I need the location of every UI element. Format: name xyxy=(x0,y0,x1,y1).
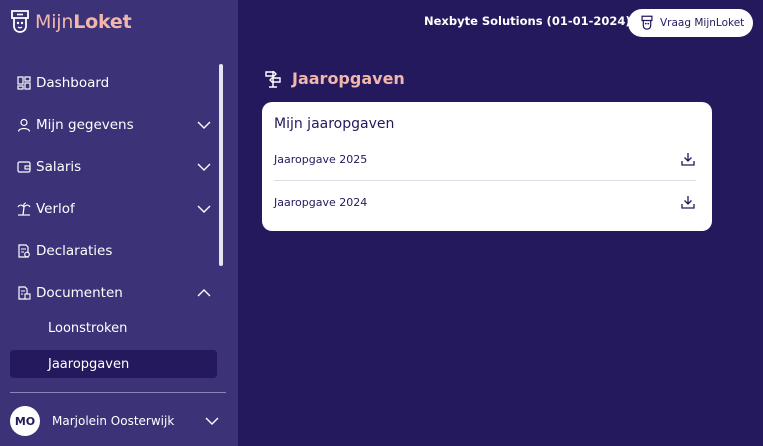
receipt-icon xyxy=(16,243,32,259)
list-item-label: Jaaropgave 2025 xyxy=(274,152,368,166)
chevron-down-icon[interactable] xyxy=(196,117,212,133)
sidebar-subitem-loonstroken[interactable]: Loonstroken xyxy=(10,314,217,342)
sidebar: MijnLoket Dashboard Mijn gegevens Salari… xyxy=(0,0,238,446)
sidebar-item-mijn-gegevens[interactable]: Mijn gegevens xyxy=(0,104,226,146)
user-icon xyxy=(16,117,32,133)
mijnloket-assistant-icon xyxy=(641,15,653,30)
card-title: Mijn jaaropgaven xyxy=(274,116,395,132)
jaaropgaven-card: Mijn jaaropgaven Jaaropgave 2025 Jaaropg… xyxy=(262,102,712,231)
sidebar-subitem-jaaropgaven[interactable]: Jaaropgaven xyxy=(10,350,217,378)
sidebar-item-label: Verlof xyxy=(36,201,75,217)
company-name: Nexbyte Solutions (01-01-2024) xyxy=(424,14,631,28)
signpost-icon xyxy=(265,71,281,88)
brand[interactable]: MijnLoket xyxy=(9,9,132,35)
brand-name: MijnLoket xyxy=(35,11,132,33)
chevron-up-icon[interactable] xyxy=(196,285,212,301)
chevron-down-icon[interactable] xyxy=(196,201,212,217)
wallet-icon xyxy=(16,159,32,175)
sidebar-item-label: Mijn gegevens xyxy=(36,117,134,133)
list-item-label: Jaaropgave 2024 xyxy=(274,195,368,209)
list-item[interactable]: Jaaropgave 2024 xyxy=(274,184,696,220)
sidebar-item-documenten[interactable]: Documenten xyxy=(0,272,226,314)
ask-button-label: Vraag MijnLoket xyxy=(660,17,745,29)
sidebar-item-dashboard[interactable]: Dashboard xyxy=(0,62,226,104)
dashboard-icon xyxy=(16,75,32,91)
ask-mijnloket-button[interactable]: Vraag MijnLoket xyxy=(628,9,753,37)
list-item[interactable]: Jaaropgave 2025 xyxy=(274,141,696,177)
sidebar-item-label: Declaraties xyxy=(36,243,113,259)
palm-tree-icon xyxy=(16,201,32,217)
sidebar-item-label: Salaris xyxy=(36,159,82,175)
chevron-down-icon[interactable] xyxy=(204,413,220,429)
sidebar-item-label: Dashboard xyxy=(36,75,110,91)
page-title: Jaaropgaven xyxy=(292,68,405,88)
sidebar-subitem-label: Loonstroken xyxy=(48,320,128,336)
documents-icon xyxy=(16,285,32,301)
page-header: Jaaropgaven xyxy=(262,67,405,89)
brand-name-light: Mijn xyxy=(35,11,74,33)
sidebar-scrollbar[interactable] xyxy=(219,64,223,266)
user-name: Marjolein Oosterwijk xyxy=(52,414,175,428)
brand-name-bold: Loket xyxy=(73,11,132,33)
company-selector[interactable]: Nexbyte Solutions (01-01-2024) xyxy=(424,14,654,28)
sidebar-item-salaris[interactable]: Salaris xyxy=(0,146,226,188)
sidebar-divider xyxy=(10,392,226,393)
chevron-down-icon[interactable] xyxy=(196,159,212,175)
list-divider xyxy=(274,180,696,181)
avatar: MO xyxy=(10,406,40,436)
sidebar-item-label: Documenten xyxy=(36,285,123,301)
sidebar-item-verlof[interactable]: Verlof xyxy=(0,188,226,230)
mijnloket-logo-icon xyxy=(11,10,29,33)
download-icon[interactable] xyxy=(680,194,696,210)
sidebar-subitem-label: Jaaropgaven xyxy=(48,356,130,372)
user-menu[interactable]: MO Marjolein Oosterwijk xyxy=(10,404,226,438)
download-icon[interactable] xyxy=(680,151,696,167)
sidebar-item-declaraties[interactable]: Declaraties xyxy=(0,230,226,272)
